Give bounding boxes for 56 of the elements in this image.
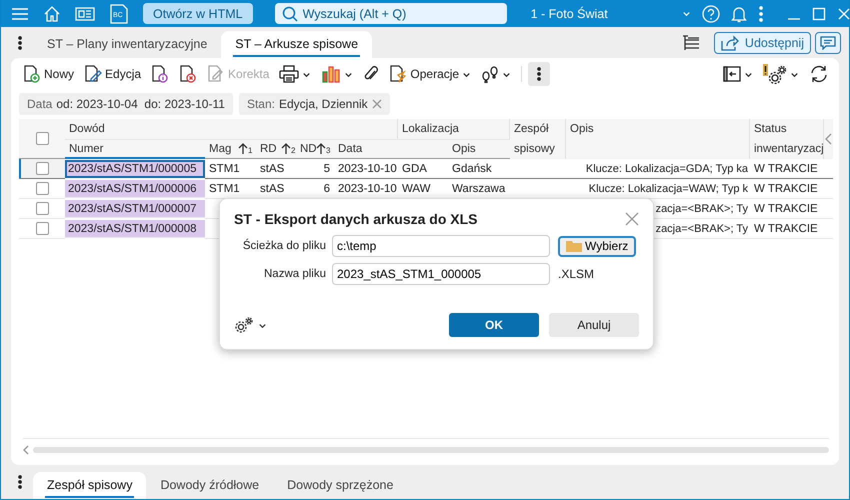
- table-cell: stAS: [256, 159, 296, 179]
- filter-value: Edycja, Dziennik: [278, 97, 368, 111]
- document-number: 2023/stAS/STM1/000008: [65, 220, 205, 238]
- column-header: Zespół spisowy: [510, 119, 566, 159]
- table-cell: 2023-10-10: [334, 159, 398, 179]
- column-header: Status inwentaryzacj: [750, 119, 824, 159]
- column-header: Opis: [448, 139, 510, 159]
- table-cell: W TRAKCIE: [750, 159, 824, 179]
- filter-value: od: 2023-10-04 do: 2023-10-11: [56, 97, 225, 111]
- cancel-button[interactable]: Anuluj: [549, 313, 639, 337]
- search-field[interactable]: Wyszukaj (Alt + Q): [274, 3, 507, 24]
- document-number: 2023/stAS/STM1/000006: [65, 180, 205, 198]
- field-label: Ścieżka do pliku: [242, 240, 326, 252]
- column-header: Mag: [205, 139, 238, 159]
- tab[interactable]: ST – Plany inwentaryzacyjne: [33, 31, 222, 58]
- filter-chip[interactable]: Data od: 2023-10-04 do: 2023-10-11: [19, 93, 233, 115]
- table-cell: STM1: [205, 159, 256, 179]
- document-number: 2023/stAS/STM1/000005: [65, 160, 205, 178]
- toolbar-button[interactable]: Nowy: [19, 62, 78, 86]
- dialog-title: ST - Eksport danych arkusza do XLS: [234, 211, 478, 227]
- table-cell: W TRAKCIE: [750, 219, 824, 239]
- sort-order: 3: [326, 146, 330, 157]
- filter-label: Data: [27, 97, 52, 111]
- filter-chip[interactable]: Stan: Edycja, Dziennik: [238, 93, 390, 115]
- tab[interactable]: Dowody sprzężone: [273, 472, 408, 499]
- column-group-header: Dowód: [65, 119, 398, 139]
- tab[interactable]: Zespół spisowy: [33, 472, 146, 499]
- tab[interactable]: ST – Arkusze spisowe: [221, 31, 372, 58]
- toolbar-button[interactable]: Edycja: [80, 62, 146, 86]
- document-number: 2023/stAS/STM1/000007: [65, 200, 205, 218]
- column-group-header: Lokalizacja: [398, 119, 510, 139]
- sort-order: 2: [291, 146, 296, 157]
- column-header: ND: [296, 139, 316, 159]
- sort-order: 1: [248, 146, 252, 157]
- input-field[interactable]: c:\temp: [332, 235, 550, 257]
- input-field[interactable]: 2023_stAS_STM1_000005: [332, 263, 550, 285]
- open-html-button[interactable]: Otwórz w HTML: [143, 3, 253, 24]
- filter-label: Stan:: [246, 97, 275, 111]
- table-cell: GDA: [398, 159, 448, 179]
- field-label: Nazwa pliku: [263, 268, 326, 280]
- company-name[interactable]: 1 - Foto Świat: [530, 6, 608, 20]
- table-cell: W TRAKCIE: [750, 179, 824, 199]
- table-cell: W TRAKCIE: [750, 199, 824, 219]
- toolbar-button[interactable]: Operacje: [385, 62, 476, 86]
- ok-button[interactable]: OK: [449, 313, 539, 337]
- table-cell: 5: [296, 159, 334, 179]
- browse-button[interactable]: Wybierz: [558, 236, 636, 256]
- column-header: Numer: [65, 139, 205, 159]
- column-header: Opis: [566, 119, 750, 159]
- column-header: Data: [334, 139, 398, 159]
- column-header: RD: [256, 139, 281, 159]
- file-extension: .XLSM: [558, 267, 594, 281]
- tab[interactable]: Dowody źródłowe: [146, 472, 274, 499]
- table-cell: Gdańsk: [448, 159, 510, 179]
- table-cell: Klucze: Lokalizacja=GDA; Typ ka: [566, 159, 750, 179]
- share-button[interactable]: Udostępnij: [714, 32, 811, 54]
